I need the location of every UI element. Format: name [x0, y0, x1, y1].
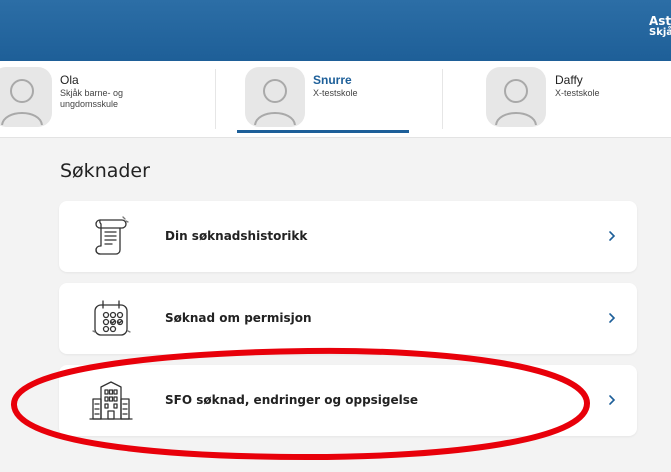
- child-name: Daffy: [555, 73, 583, 87]
- user-name: Ast: [649, 16, 671, 28]
- child-tab-snurre[interactable]: Snurre X-testskole: [216, 61, 442, 137]
- chevron-right-icon: [605, 229, 619, 243]
- chevron-right-icon: [605, 311, 619, 325]
- avatar: [245, 67, 305, 127]
- child-name: Snurre: [313, 73, 352, 87]
- chevron-right-icon: [605, 393, 619, 407]
- school-building-icon: [87, 377, 135, 425]
- active-tab-indicator: [237, 130, 409, 133]
- card-sfo-application[interactable]: SFO søknad, endringer og oppsigelse: [59, 365, 637, 436]
- child-name: Ola: [60, 73, 79, 87]
- page-title: Søknader: [60, 160, 150, 182]
- child-school: X-testskole: [313, 88, 358, 98]
- card-application-history[interactable]: Din søknadshistorikk: [59, 201, 637, 272]
- person-placeholder-icon: [1, 79, 43, 126]
- avatar: [0, 67, 52, 127]
- scroll-document-icon: [87, 213, 135, 261]
- card-leave-application[interactable]: Søknad om permisjon: [59, 283, 637, 354]
- card-label: SFO søknad, endringer og oppsigelse: [165, 393, 419, 407]
- user-school: Skjå: [649, 27, 671, 38]
- child-school: X-testskole: [555, 88, 600, 98]
- card-label: Søknad om permisjon: [165, 311, 312, 325]
- child-school: Skjåk barne- og ungdomsskule: [60, 88, 124, 109]
- person-placeholder-icon: [495, 79, 537, 126]
- child-tab-daffy[interactable]: Daffy X-testskole: [443, 61, 671, 137]
- child-selector: Ola Skjåk barne- og ungdomsskule Snurre …: [0, 61, 671, 138]
- calendar-check-icon: [87, 295, 135, 343]
- avatar: [486, 67, 546, 127]
- top-header: Ast Skjå: [0, 0, 671, 61]
- card-label: Din søknadshistorikk: [165, 229, 308, 243]
- user-menu[interactable]: Ast Skjå: [649, 16, 671, 38]
- person-placeholder-icon: [254, 79, 296, 126]
- child-tab-ola[interactable]: Ola Skjåk barne- og ungdomsskule: [0, 61, 215, 137]
